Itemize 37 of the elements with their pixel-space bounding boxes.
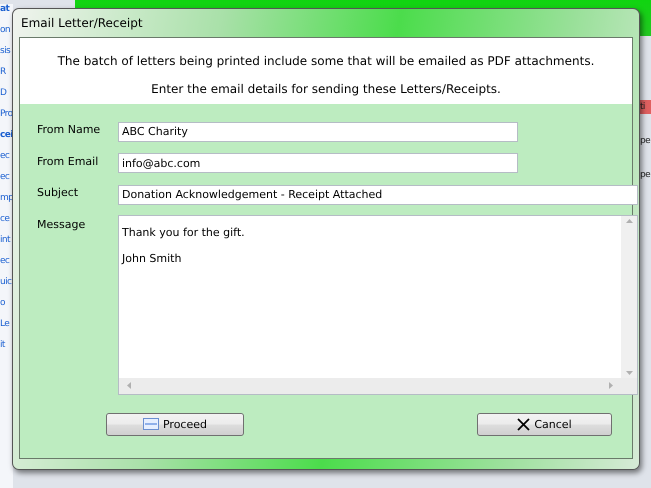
scroll-right-icon[interactable] <box>609 382 613 389</box>
window-title: Email Letter/Receipt <box>20 15 144 32</box>
background-label: pe <box>640 135 651 148</box>
sidebar-link[interactable]: ce <box>0 214 13 224</box>
sidebar-link[interactable]: o <box>0 298 13 308</box>
field-label: From Name <box>37 122 101 138</box>
scroll-left-icon[interactable] <box>127 382 131 389</box>
proceed-button[interactable]: Proceed <box>106 412 244 436</box>
sidebar-link[interactable]: Le <box>0 319 13 329</box>
text-field[interactable]: ABC Charity <box>118 122 518 142</box>
field-label: Subject <box>37 185 80 201</box>
background-button[interactable]: ti <box>640 100 651 114</box>
envelope-icon <box>142 418 159 430</box>
field-label: Message <box>37 216 86 232</box>
sidebar-link[interactable]: ec <box>0 172 13 182</box>
sidebar-link[interactable]: on <box>0 25 13 35</box>
field-label: From Email <box>37 154 100 170</box>
scroll-up-icon[interactable] <box>626 218 632 222</box>
sidebar-link[interactable]: uic <box>0 277 13 287</box>
close-icon <box>517 418 530 430</box>
scroll-down-icon[interactable] <box>626 370 632 374</box>
sidebar-link[interactable]: int <box>0 235 13 245</box>
horizontal-scrollbar[interactable] <box>119 378 637 394</box>
sidebar-link[interactable]: ec <box>0 151 13 161</box>
sidebar-link[interactable]: D <box>0 88 13 98</box>
text-field[interactable]: info@abc.com <box>118 153 518 173</box>
sidebar-link[interactable]: ec <box>0 256 13 266</box>
cancel-button[interactable]: Cancel <box>477 412 612 436</box>
background-label: pe <box>640 169 651 182</box>
sidebar-link[interactable]: at <box>0 4 13 14</box>
sidebar-link[interactable]: it <box>0 340 13 350</box>
sidebar-link[interactable]: R <box>0 67 13 77</box>
text-field[interactable]: Donation Acknowledgement - Receipt Attached <box>118 184 638 204</box>
intro-text: The batch of letters being printed include some that will be emailed as PDF attachments. <box>58 54 594 68</box>
sidebar-link[interactable]: sis <box>0 46 13 56</box>
intro-text: Enter the email details for sending these Letters/Receipts. <box>151 82 501 96</box>
vertical-scrollbar[interactable] <box>621 216 637 378</box>
